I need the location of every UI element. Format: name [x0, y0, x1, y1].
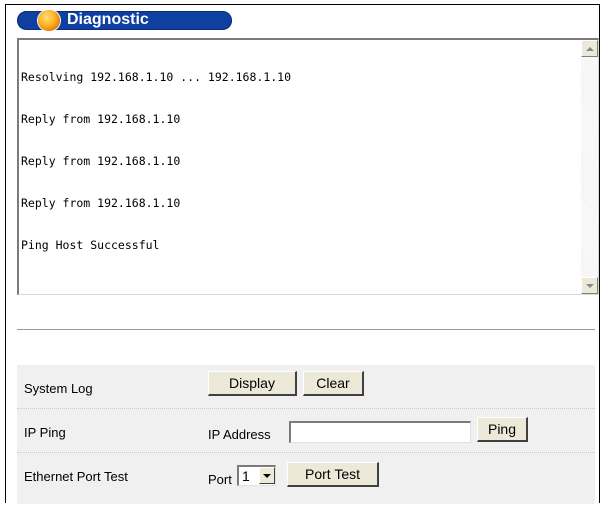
orb-icon [38, 10, 60, 31]
arrow-up-icon[interactable] [581, 40, 598, 57]
ip-ping-row: IP Ping IP Address Ping [17, 409, 595, 453]
log-output: Resolving 192.168.1.10 ... 192.168.1.10 … [21, 42, 580, 292]
display-button[interactable]: Display [208, 371, 297, 396]
ip-address-input[interactable] [289, 421, 471, 443]
system-log-row: System Log Display Clear [17, 365, 595, 409]
log-line: Ping Host Successful [21, 238, 160, 252]
ethernet-port-test-row: Ethernet Port Test Port 1 Port Test [17, 453, 595, 504]
diagnostic-controls-panel: System Log Display Clear IP Ping IP Addr… [17, 365, 595, 504]
port-test-button[interactable]: Port Test [287, 462, 379, 487]
log-line: Reply from 192.168.1.10 [21, 112, 181, 126]
section-divider [17, 329, 595, 330]
system-log-label: System Log [24, 381, 93, 396]
log-scrollbar[interactable] [581, 40, 598, 294]
arrow-down-icon[interactable] [581, 277, 598, 294]
ping-button[interactable]: Ping [477, 417, 528, 442]
page-title: Diagnostic [67, 11, 149, 28]
log-line: Reply from 192.168.1.10 [21, 154, 181, 168]
ip-address-label: IP Address [208, 427, 271, 442]
log-line: Resolving 192.168.1.10 ... 192.168.1.10 [21, 70, 292, 84]
ip-ping-label: IP Ping [24, 425, 66, 440]
ethernet-port-test-label: Ethernet Port Test [24, 469, 128, 484]
chevron-down-icon[interactable] [259, 467, 275, 484]
log-line: Reply from 192.168.1.10 [21, 196, 181, 210]
clear-button[interactable]: Clear [303, 371, 364, 396]
diagnostic-log-textarea[interactable]: Resolving 192.168.1.10 ... 192.168.1.10 … [17, 38, 599, 295]
port-select[interactable]: 1 [237, 465, 276, 486]
port-label: Port [208, 472, 232, 487]
port-select-value: 1 [242, 468, 250, 484]
